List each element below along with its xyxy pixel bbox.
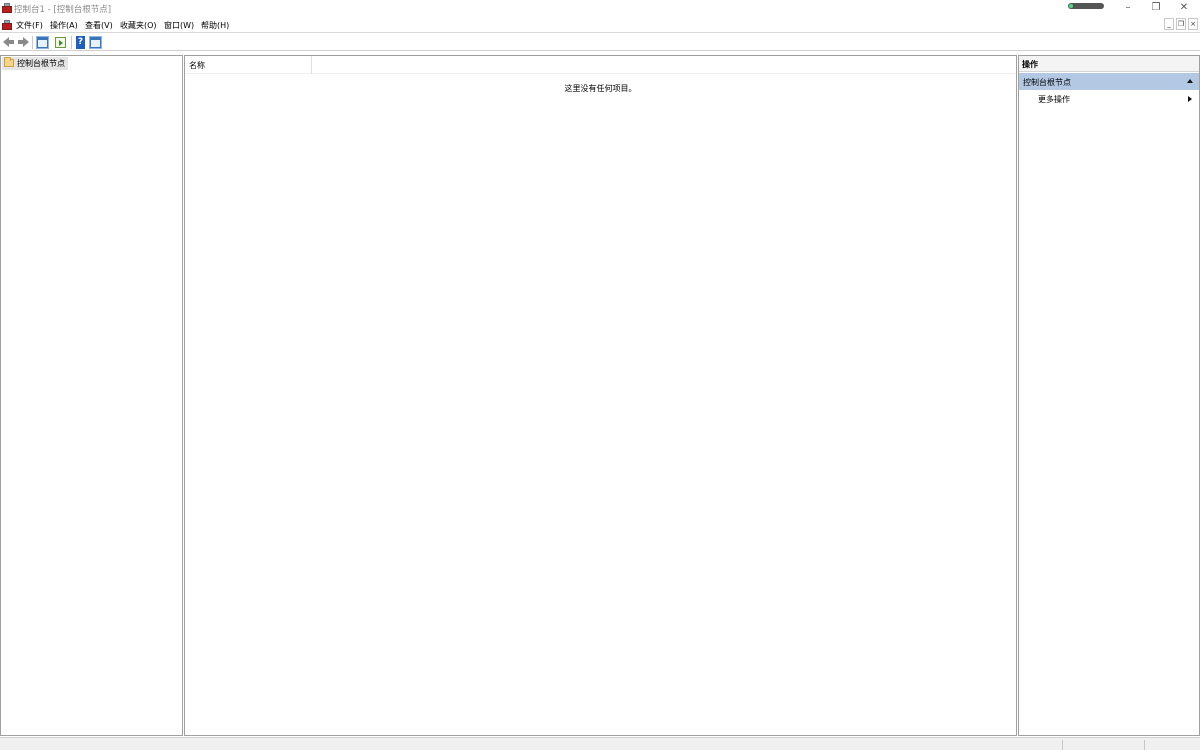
tree-root-label: 控制台根节点 <box>17 59 65 68</box>
menu-action[interactable]: 操作(A) <box>50 20 78 31</box>
actions-group-label: 控制台根节点 <box>1023 78 1071 87</box>
mdi-child-icon[interactable] <box>2 20 12 30</box>
help-icon[interactable]: ? <box>75 36 88 49</box>
submenu-arrow-icon <box>1188 96 1192 102</box>
more-actions-label: 更多操作 <box>1038 95 1070 104</box>
title-bar: 控制台1 - [控制台根节点] – ❐ ✕ <box>0 0 1200 16</box>
show-hide-console-tree-icon[interactable] <box>36 36 49 49</box>
toolbar-separator <box>71 36 72 49</box>
menu-window[interactable]: 窗口(W) <box>164 20 194 31</box>
mdi-minimize-button[interactable]: _ <box>1164 18 1174 30</box>
column-header-name[interactable]: 名称 <box>185 56 312 74</box>
minimize-button[interactable]: – <box>1114 0 1142 16</box>
forward-icon[interactable] <box>17 36 30 49</box>
tree-root-node[interactable]: 控制台根节点 <box>2 57 68 70</box>
menu-view[interactable]: 查看(V) <box>85 20 113 31</box>
actions-pane: 操作 控制台根节点 更多操作 <box>1018 55 1200 736</box>
status-separator <box>1062 740 1063 750</box>
mdi-close-button[interactable]: × <box>1188 18 1198 30</box>
status-separator <box>1144 740 1145 750</box>
empty-list-message: 这里没有任何项目。 <box>564 84 637 93</box>
window-title: 控制台1 - [控制台根节点] <box>14 5 112 15</box>
column-header-row: 名称 <box>185 56 1016 74</box>
toolbar-separator <box>32 36 33 49</box>
folder-icon <box>4 57 14 67</box>
toolbar: ? <box>0 34 1200 51</box>
console-tree-pane: 控制台根节点 <box>0 55 183 736</box>
restore-button[interactable]: ❐ <box>1142 0 1170 16</box>
results-pane: 名称 这里没有任何项目。 <box>184 55 1017 736</box>
status-bar <box>0 737 1200 750</box>
collapse-caret-icon[interactable] <box>1187 79 1193 83</box>
back-icon[interactable] <box>3 36 16 49</box>
status-pill-icon <box>1068 3 1104 9</box>
export-list-icon[interactable] <box>54 36 67 49</box>
menu-favorites[interactable]: 收藏夹(O) <box>120 20 157 31</box>
actions-group-header[interactable]: 控制台根节点 <box>1019 73 1199 90</box>
menu-file[interactable]: 文件(F) <box>16 20 43 31</box>
close-button[interactable]: ✕ <box>1170 0 1198 16</box>
mmc-app-icon <box>2 3 12 13</box>
mdi-restore-button[interactable]: ❐ <box>1176 18 1186 30</box>
show-hide-action-pane-icon[interactable] <box>89 36 102 49</box>
more-actions-item[interactable]: 更多操作 <box>1019 92 1199 106</box>
menu-help[interactable]: 帮助(H) <box>201 20 229 31</box>
menu-bar: 文件(F) 操作(A) 查看(V) 收藏夹(O) 窗口(W) 帮助(H) <box>0 17 1200 33</box>
actions-title: 操作 <box>1019 56 1199 72</box>
